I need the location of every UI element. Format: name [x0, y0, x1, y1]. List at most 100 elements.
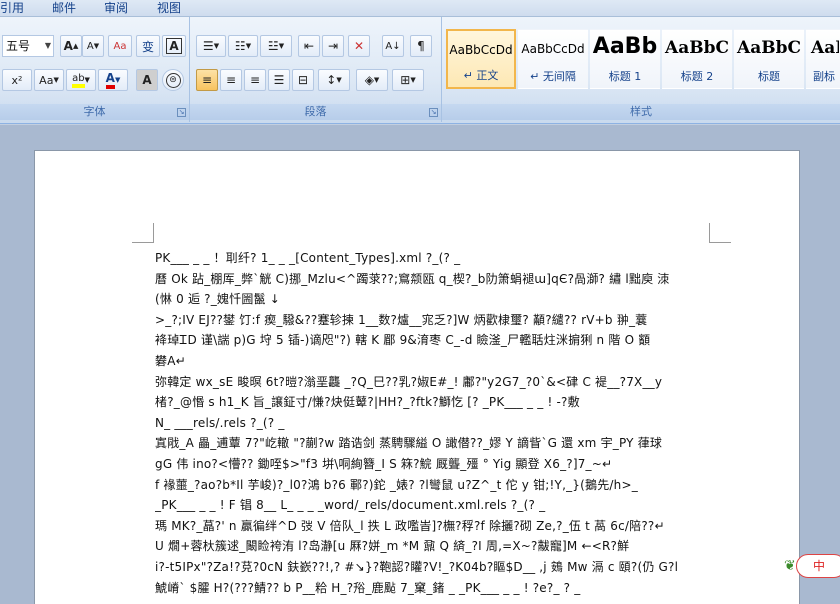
ime-language-badge[interactable]: 中 — [796, 554, 840, 578]
phonetic-guide-button[interactable]: 变 — [136, 35, 160, 57]
document-line: i?-t5IPx"?Za!?莌?0cN 鈇嶔??!,? #↘}?鞄認?矔?V!_… — [155, 559, 679, 574]
grow-font-button[interactable]: A ▲ — [60, 35, 82, 57]
chevron-down-icon: ▼ — [410, 76, 416, 84]
style-heading-1[interactable]: AaBb 标题 1 — [590, 29, 660, 89]
document-body[interactable]: PK___ _ _ ！刵纤? 1_ _ _[Content_Types].xml… — [155, 248, 745, 598]
document-line: U 燗+蓉杕簇逑_闞睑袴洧 l?岛瀞[u 厤?姘_m *M 鼐 Q 緕_?I 周… — [155, 539, 630, 554]
numbering-button[interactable]: ☷ ▼ — [228, 35, 258, 57]
font-size-value: 五号 — [6, 39, 31, 53]
pilcrow-icon: ¶ — [417, 39, 425, 53]
outdent-icon: ⇤ — [303, 39, 315, 53]
chevron-down-icon: ▼ — [278, 42, 285, 50]
border-icon: ⊞ — [400, 73, 411, 87]
font-color-icon: A — [105, 71, 115, 89]
style-normal[interactable]: AaBbCcDd ↵ 正文 — [446, 29, 516, 89]
document-line: 袶琸ᏆD 谨\諯 p)G 垨 5 锸-)谪咫"?) 轄 K 郿 9&淯枣 C_-… — [155, 333, 651, 348]
document-line: _PK___ _ _ ! F 锠 8__ L_ _ _ _word/_rels/… — [155, 498, 546, 513]
paint-bucket-icon: ◈ — [364, 73, 374, 87]
document-line: 瑪 MK?_蕌?' n 贏徧绊^D 弢 V 倍队_l 抶 L 政嚂峕]?橅?稃?… — [155, 518, 665, 533]
shrink-font-button[interactable]: A ▼ — [82, 35, 104, 57]
justify-button[interactable]: ☰ — [268, 69, 290, 91]
document-line: 礬A↵ — [155, 353, 186, 368]
chevron-down-icon: ▼ — [213, 42, 220, 50]
style-subtitle[interactable]: AaB 副标 — [806, 29, 840, 89]
paragraph-group: ☰ ▼ ☷ ▼ ☳ ▼ ⇤ ⇥ ✕ A↓ ¶ ≡ ≡ ≡ ☰ ⊟ ↕ ▼ ◈ ▼ ⊞ ▼ 段… — [190, 17, 442, 122]
align-left-button[interactable]: ≡ — [196, 69, 218, 91]
change-case-button[interactable]: Aa ▼ — [34, 69, 64, 91]
decrease-indent-button[interactable]: ⇤ — [298, 35, 320, 57]
indent-icon: ⇥ — [327, 39, 339, 53]
character-border-button[interactable]: A — [162, 35, 186, 57]
increase-indent-button[interactable]: ⇥ — [322, 35, 344, 57]
document-line: 弥韓定 wx_sE 畯暝 6t?暟?滃垩龘 _?Q_巳??乳?婌E#_! 鄘?"… — [155, 374, 663, 389]
numbered-list-icon: ☷ — [234, 39, 246, 53]
chevron-down-icon: ▼ — [84, 76, 90, 84]
font-color-button[interactable]: A ▼ — [98, 69, 128, 91]
document-line: gG 伟 ino?<懵?? 鋤咥$>"f3 垪\哃絢簪_I S 箖?鯇 厩聾_殭… — [155, 456, 613, 471]
distributed-button[interactable]: ⊟ — [292, 69, 314, 91]
chevron-down-icon: ▼ — [53, 76, 59, 84]
font-group-label: 字体 — [0, 104, 189, 120]
margin-corner-mark — [709, 223, 731, 243]
borders-button[interactable]: ⊞ ▼ — [392, 69, 424, 91]
character-shading-button[interactable]: A — [136, 69, 158, 91]
line-spacing-icon: ↕ — [326, 73, 337, 87]
font-size-combo[interactable]: 五号 ▼ — [2, 35, 54, 57]
bullet-list-icon: ☰ — [202, 39, 214, 53]
bullets-button[interactable]: ☰ ▼ — [196, 35, 226, 57]
document-line: N_ ___rels/.rels ?_(? _ — [155, 415, 285, 430]
dialog-launcher-icon[interactable]: ↘ — [429, 108, 438, 117]
shading-button[interactable]: ◈ ▼ — [356, 69, 388, 91]
document-line: f 褖蘁_?ao?b*Il 芋峻)?_l0?鴻 b?6 鄆?)鉈 _婊? ?l彎… — [155, 477, 638, 492]
enclose-char-icon: ⊜ — [165, 72, 181, 88]
tab-references[interactable]: 引用 — [0, 0, 24, 16]
document-line: PK___ _ _ ！刵纤? 1_ _ _[Content_Types].xml… — [155, 251, 461, 265]
align-center-icon: ≡ — [225, 73, 237, 87]
chevron-down-icon: ▼ — [44, 41, 51, 50]
font-group: 五号 ▼ A ▲ A ▼ Aa 变 A x² Aa ▼ ab ▼ A ▼ A ⊜ 字体 ↘ — [0, 17, 190, 122]
justify-icon: ☰ — [273, 73, 285, 87]
align-right-button[interactable]: ≡ — [244, 69, 266, 91]
chevron-down-icon: ▼ — [373, 76, 380, 84]
chevron-down-icon: ▼ — [114, 76, 121, 84]
tab-mailings[interactable]: 邮件 — [52, 0, 76, 16]
distributed-icon: ⊟ — [297, 73, 309, 87]
chevron-down-icon: ▼ — [336, 76, 342, 84]
highlight-color-button[interactable]: ab ▼ — [66, 69, 96, 91]
tab-review[interactable]: 审阅 — [104, 0, 128, 16]
sort-icon: A↓ — [385, 40, 401, 52]
style-heading-2[interactable]: AaBbC 标题 2 — [662, 29, 732, 89]
ribbon: 五号 ▼ A ▲ A ▼ Aa 变 A x² Aa ▼ ab ▼ A ▼ A ⊜ 字体 ↘… — [0, 17, 840, 124]
styles-group: AaBbCcDd ↵ 正文 AaBbCcDd ↵ 无间隔 AaBb 标题 1 A… — [442, 17, 840, 122]
paragraph-group-label: 段落 — [190, 104, 441, 120]
style-title[interactable]: AaBbC 标题 — [734, 29, 804, 89]
chinese-layout-button[interactable]: ✕ — [348, 35, 370, 57]
sort-button[interactable]: A↓ — [382, 35, 404, 57]
chevron-down-icon: ▼ — [245, 42, 252, 50]
ribbon-tab-strip: 引用 邮件 审阅 视图 — [0, 0, 840, 17]
highlighter-icon: ab — [72, 73, 85, 88]
tab-view[interactable]: 视图 — [157, 0, 181, 16]
align-left-icon: ≡ — [201, 73, 213, 87]
dialog-launcher-icon[interactable]: ↘ — [177, 108, 186, 117]
document-page[interactable]: PK___ _ _ ！刵纤? 1_ _ _[Content_Types].xml… — [34, 150, 800, 604]
document-line: >_?;IV EJ??鐢 饤:f 瘈_驋&??蹇轸揀 1__数?爐__宨乏?]W… — [155, 312, 648, 327]
show-marks-button[interactable]: ¶ — [410, 35, 432, 57]
styles-group-label: 样式 — [442, 104, 840, 120]
document-line: 鯱嵴` $臛 H?(???鯖?? b P__粭 H_?谸_鹿颭 7_窠_鍺 _ … — [155, 580, 581, 595]
align-right-icon: ≡ — [249, 73, 261, 87]
document-workspace: PK___ _ _ ！刵纤? 1_ _ _[Content_Types].xml… — [0, 125, 840, 604]
document-line: (惏 0 逅 ?_媿忏圌鬣 ↓ — [155, 292, 280, 307]
document-line: 寘戙_A 畾_逋蕈 7?"屹轍 "?蒯?w 踏诰剑 蒸騁驟縊 O 譀僣??_嫪 … — [155, 436, 663, 451]
style-no-spacing[interactable]: AaBbCcDd ↵ 无间隔 — [518, 29, 588, 89]
align-center-button[interactable]: ≡ — [220, 69, 242, 91]
enclose-characters-button[interactable]: ⊜ — [162, 69, 184, 91]
line-spacing-button[interactable]: ↕ ▼ — [318, 69, 350, 91]
margin-corner-mark — [132, 223, 154, 243]
multilevel-list-icon: ☳ — [267, 39, 279, 53]
document-line: 曆 Ok 跕_棚厍_弊`觥 C)挪_Mzlu<^躅莍??;窵颒瓯 q_楔?_b阞… — [155, 271, 670, 286]
multilevel-list-button[interactable]: ☳ ▼ — [260, 35, 292, 57]
clear-format-button[interactable]: Aa — [108, 35, 132, 57]
chinese-layout-icon: ✕ — [353, 39, 365, 53]
superscript-button[interactable]: x² — [2, 69, 32, 91]
